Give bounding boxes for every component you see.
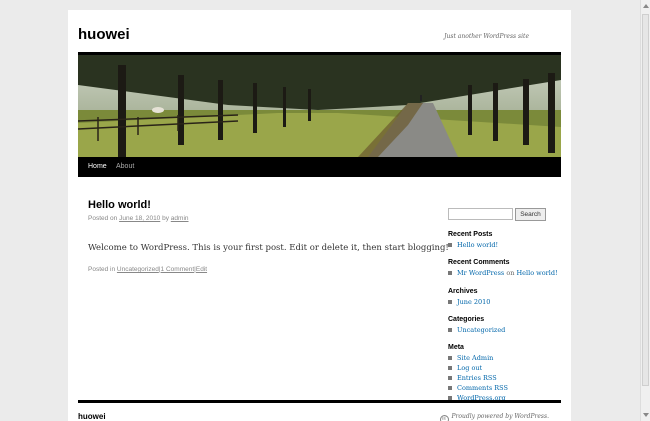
search-button[interactable]: Search <box>515 208 546 221</box>
post-footer: Posted in Uncategorized|1 Comment|Edit <box>88 266 207 273</box>
recent-post-link[interactable]: Hello world! <box>457 241 498 249</box>
site-description: Just another WordPress site <box>444 33 529 40</box>
widget-heading: Archives <box>448 288 478 295</box>
list-item: Log out <box>448 363 558 373</box>
footer-rule <box>78 400 561 403</box>
list-item: Mr WordPress on Hello world! <box>448 268 558 278</box>
category-link[interactable]: Uncategorized <box>457 326 505 334</box>
widget-meta: Meta Site Admin Log out Entries RSS Comm… <box>448 344 558 403</box>
list-item: June 2010 <box>448 297 558 307</box>
scroll-up-arrow-icon[interactable] <box>643 4 649 8</box>
bullet-icon <box>448 328 452 332</box>
post-meta-by: by <box>162 215 169 222</box>
footer-credit-link[interactable]: Proudly powered by WordPress. <box>452 413 550 420</box>
bullet-icon <box>448 243 452 247</box>
bullet-icon <box>448 376 452 380</box>
post-date-link[interactable]: June 18, 2010 <box>119 215 160 222</box>
widget-recent-comments: Recent Comments Mr WordPress on Hello wo… <box>448 259 558 278</box>
meta-link-entries-rss[interactable]: Entries RSS <box>457 374 497 382</box>
footer-credit: W Proudly powered by WordPress. <box>439 413 550 421</box>
meta-link-comments-rss[interactable]: Comments RSS <box>457 384 508 392</box>
wordpress-logo-icon: W <box>439 415 449 421</box>
main-navigation: Home About <box>78 157 561 177</box>
bullet-icon <box>448 366 452 370</box>
comment-on-text: on <box>506 269 515 277</box>
vertical-scrollbar[interactable] <box>640 0 650 421</box>
post-meta: Posted on June 18, 2010 by admin <box>88 215 189 222</box>
post-body: Welcome to WordPress. This is your first… <box>88 243 449 253</box>
widget-heading: Categories <box>448 316 485 323</box>
list-item: Comments RSS <box>448 383 558 393</box>
scrollbar-thumb[interactable] <box>642 14 649 386</box>
list-item: Site Admin <box>448 353 558 363</box>
comment-post-link[interactable]: Hello world! <box>517 269 558 277</box>
widget-heading: Recent Posts <box>448 231 493 238</box>
bullet-icon <box>448 271 452 275</box>
post-author-link[interactable]: admin <box>171 215 189 222</box>
post-category-link[interactable]: Uncategorized <box>117 266 159 273</box>
list-item: Uncategorized <box>448 325 558 335</box>
widget-heading: Recent Comments <box>448 259 510 266</box>
bullet-icon <box>448 386 452 390</box>
meta-link-log-out[interactable]: Log out <box>457 364 482 372</box>
tree-lined-avenue-image <box>78 55 561 157</box>
scroll-down-arrow-icon[interactable] <box>643 413 649 417</box>
widget-categories: Categories Uncategorized <box>448 316 558 335</box>
post-title[interactable]: Hello world! <box>88 199 151 211</box>
bullet-icon <box>448 300 452 304</box>
post-comments-link[interactable]: 1 Comment <box>161 266 195 273</box>
bullet-icon <box>448 356 452 360</box>
post-footer-prefix: Posted in <box>88 266 116 273</box>
list-item: Entries RSS <box>448 373 558 383</box>
footer-site-title[interactable]: huowei <box>78 412 106 421</box>
widget-archives: Archives June 2010 <box>448 288 558 307</box>
list-item: Hello world! <box>448 240 558 250</box>
widget-recent-posts: Recent Posts Hello world! <box>448 231 558 250</box>
page-container: huowei Just another WordPress site Home … <box>68 10 571 421</box>
comment-author-link[interactable]: Mr WordPress <box>457 269 504 277</box>
widget-heading: Meta <box>448 344 464 351</box>
meta-link-site-admin[interactable]: Site Admin <box>457 354 493 362</box>
post-meta-prefix: Posted on <box>88 215 118 222</box>
archive-link[interactable]: June 2010 <box>457 298 490 306</box>
post-edit-link[interactable]: Edit <box>196 266 207 273</box>
site-title[interactable]: huowei <box>78 26 130 43</box>
nav-item-home[interactable]: Home <box>88 163 107 170</box>
header-banner-image <box>78 55 561 157</box>
nav-item-about[interactable]: About <box>116 163 134 170</box>
search-input[interactable] <box>448 208 513 220</box>
